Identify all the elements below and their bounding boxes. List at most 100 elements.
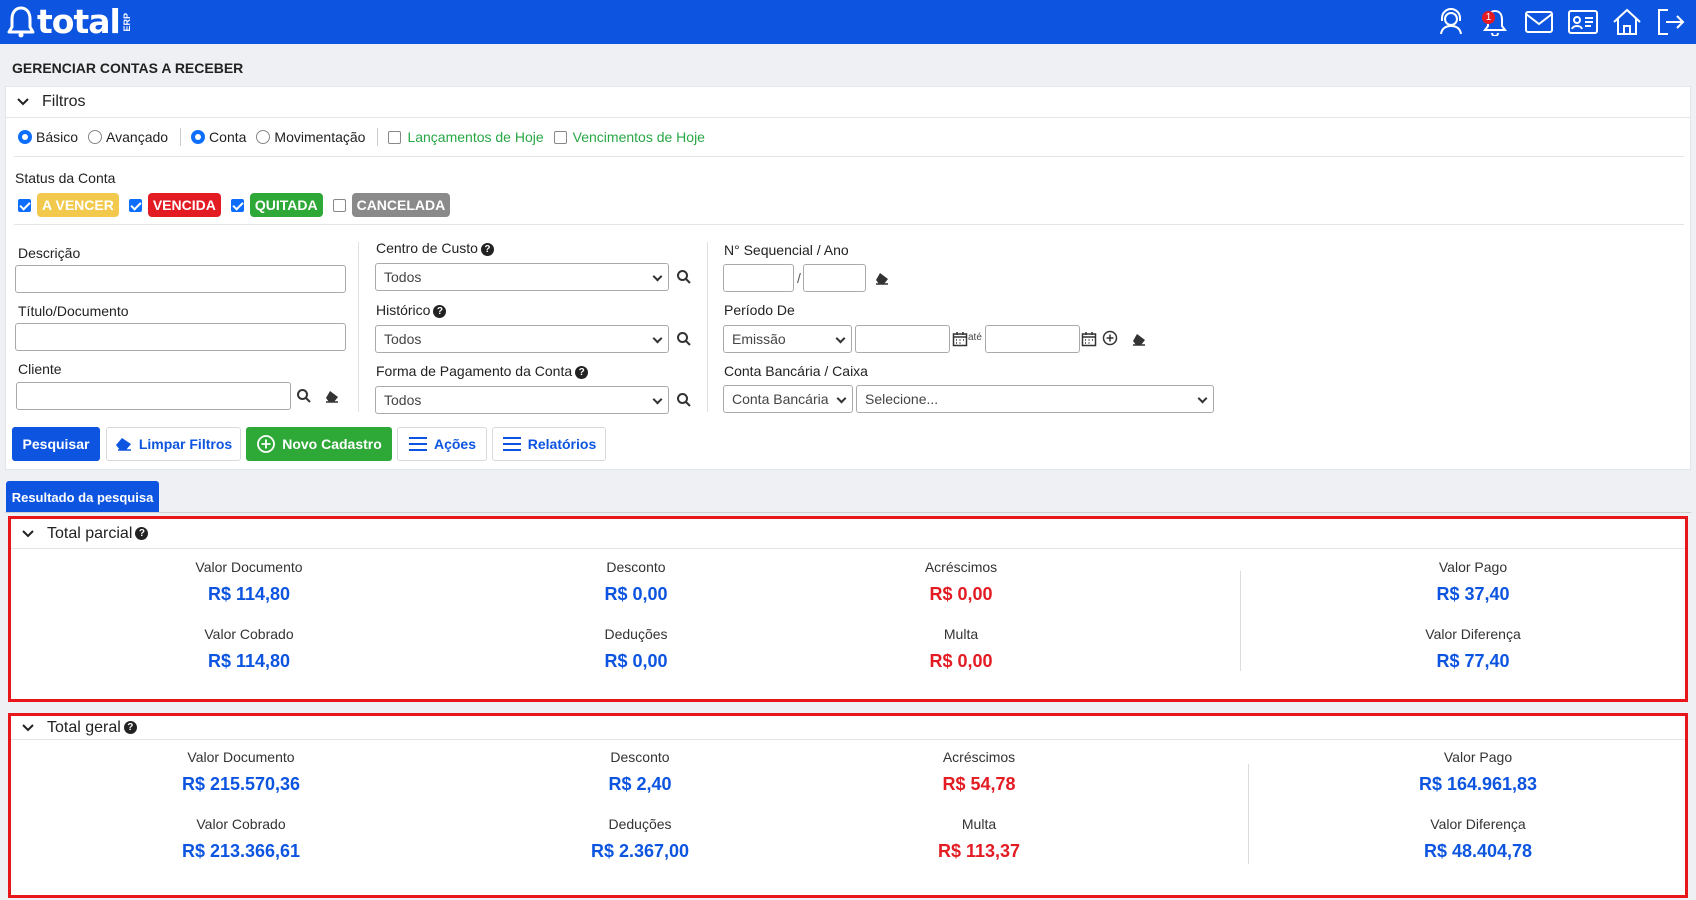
search-button[interactable]: Pesquisar bbox=[12, 427, 100, 461]
general-acrescimos-label: Acréscimos bbox=[942, 749, 1016, 765]
general-multa: Multa R$ 113,37 bbox=[938, 816, 1020, 862]
help-icon[interactable]: ? bbox=[575, 366, 589, 379]
partial-acrescimos-label: Acréscimos bbox=[924, 559, 998, 575]
help-icon[interactable]: ? bbox=[123, 721, 137, 734]
chevron-down-icon bbox=[22, 529, 34, 537]
radio-movement[interactable]: Movimentação bbox=[256, 129, 365, 145]
partial-valor-documento-label: Valor Documento bbox=[195, 559, 303, 575]
new-record-button[interactable]: Novo Cadastro bbox=[246, 427, 392, 461]
support-icon[interactable] bbox=[1436, 7, 1466, 37]
partial-multa-value: R$ 0,00 bbox=[929, 651, 993, 671]
status-a-vencer-checkbox[interactable] bbox=[18, 198, 31, 212]
general-valor-diferenca-value: R$ 48.404,78 bbox=[1423, 841, 1533, 861]
divider bbox=[14, 224, 1684, 225]
radio-account[interactable]: Conta bbox=[191, 129, 246, 145]
bank-type-select[interactable]: Conta Bancária bbox=[723, 385, 853, 413]
general-totals-title: Total geral bbox=[47, 718, 121, 736]
partial-valor-pago-value: R$ 37,40 bbox=[1436, 584, 1510, 604]
bank-account-select[interactable]: Selecione... bbox=[856, 385, 1214, 413]
title-input[interactable] bbox=[15, 323, 346, 351]
payment-select[interactable]: Todos bbox=[375, 386, 669, 414]
partial-deducoes-label: Deduções bbox=[604, 626, 668, 642]
title-label: Título/Documento bbox=[18, 303, 129, 319]
payment-label: Forma de Pagamento da Conta? bbox=[376, 363, 589, 379]
partial-deducoes: Deduções R$ 0,00 bbox=[604, 626, 667, 672]
period-start-input[interactable] bbox=[855, 325, 950, 353]
eraser-icon[interactable] bbox=[873, 269, 891, 287]
radio-basic[interactable]: Básico bbox=[18, 129, 78, 145]
partial-valor-diferenca: Valor Diferença R$ 77,40 bbox=[1425, 626, 1520, 672]
checkbox-today-due[interactable]: Vencimentos de Hoje bbox=[553, 129, 705, 145]
calendar-icon[interactable] bbox=[951, 330, 969, 348]
status-vencida-checkbox[interactable] bbox=[128, 198, 142, 212]
partial-valor-pago: Valor Pago R$ 37,40 bbox=[1436, 559, 1509, 605]
description-input[interactable] bbox=[15, 265, 346, 293]
radio-account-control[interactable] bbox=[191, 130, 206, 144]
filters-header[interactable]: Filtros bbox=[6, 87, 1690, 118]
radio-advanced-control[interactable] bbox=[88, 130, 103, 144]
radio-basic-control[interactable] bbox=[18, 130, 32, 144]
logo[interactable]: total ERP bbox=[0, 0, 132, 44]
general-deducoes-label: Deduções bbox=[608, 816, 672, 832]
general-valor-diferenca-label: Valor Diferença bbox=[1430, 816, 1526, 832]
actions-button[interactable]: Ações bbox=[397, 427, 487, 461]
search-icon[interactable] bbox=[675, 268, 693, 286]
status-label: Status da Conta bbox=[15, 170, 116, 186]
today-due-checkbox[interactable] bbox=[553, 130, 567, 144]
search-icon[interactable] bbox=[675, 391, 693, 409]
column-divider bbox=[707, 242, 708, 412]
add-circle-icon[interactable] bbox=[1101, 329, 1119, 347]
reports-button[interactable]: Relatórios bbox=[492, 427, 606, 461]
partial-desconto-value: R$ 0,00 bbox=[604, 584, 668, 604]
client-input[interactable] bbox=[16, 382, 291, 410]
bell-logo-icon bbox=[7, 6, 35, 38]
general-valor-pago: Valor Pago R$ 164.961,83 bbox=[1419, 749, 1537, 795]
radio-advanced[interactable]: Avançado bbox=[88, 129, 168, 145]
menu-icon bbox=[408, 437, 427, 451]
notifications-icon[interactable]: 1 bbox=[1480, 7, 1510, 37]
general-totals-header[interactable]: Total geral ? bbox=[11, 716, 1685, 740]
tab-divider bbox=[5, 512, 1691, 513]
cost-center-label: Centro de Custo? bbox=[376, 240, 494, 256]
general-valor-pago-value: R$ 164.961,83 bbox=[1418, 774, 1538, 794]
radio-movement-control[interactable] bbox=[256, 130, 271, 144]
radio-movement-label: Movimentação bbox=[274, 129, 366, 145]
sequential-separator: / bbox=[797, 270, 801, 286]
cost-center-select[interactable]: Todos bbox=[375, 263, 669, 291]
partial-valor-documento-value: R$ 114,80 bbox=[207, 584, 291, 604]
eraser-icon[interactable] bbox=[323, 387, 341, 405]
partial-totals-header[interactable]: Total parcial ? bbox=[11, 519, 1685, 549]
history-select[interactable]: Todos bbox=[375, 325, 669, 353]
today-due-label: Vencimentos de Hoje bbox=[572, 129, 705, 145]
eraser-icon[interactable] bbox=[1130, 330, 1148, 348]
calendar-icon[interactable] bbox=[1080, 330, 1098, 348]
partial-desconto-label: Desconto bbox=[606, 559, 666, 575]
period-end-input[interactable] bbox=[985, 325, 1080, 353]
today-entries-label: Lançamentos de Hoje bbox=[407, 129, 544, 145]
general-valor-pago-label: Valor Pago bbox=[1443, 749, 1513, 765]
general-desconto-value: R$ 2,40 bbox=[608, 774, 672, 794]
search-icon[interactable] bbox=[295, 387, 313, 405]
help-icon[interactable]: ? bbox=[480, 243, 494, 256]
search-icon[interactable] bbox=[675, 330, 693, 348]
status-quitada-checkbox[interactable] bbox=[230, 198, 244, 212]
contact-card-icon[interactable] bbox=[1568, 7, 1598, 37]
column-divider bbox=[1248, 764, 1249, 864]
partial-deducoes-value: R$ 0,00 bbox=[604, 651, 668, 671]
logout-icon[interactable] bbox=[1656, 7, 1686, 37]
filters-title: Filtros bbox=[42, 93, 86, 110]
period-type-select[interactable]: Emissão bbox=[723, 325, 852, 353]
clear-filters-button[interactable]: Limpar Filtros bbox=[106, 427, 241, 461]
status-cancelada-checkbox[interactable] bbox=[332, 198, 346, 212]
general-desconto: Desconto R$ 2,40 bbox=[608, 749, 671, 795]
tab-search-results[interactable]: Resultado da pesquisa bbox=[6, 481, 159, 513]
checkbox-today-entries[interactable]: Lançamentos de Hoje bbox=[388, 129, 544, 145]
sequential-label: N° Sequencial / Ano bbox=[724, 242, 849, 258]
help-icon[interactable]: ? bbox=[433, 305, 447, 318]
sequential-number-input[interactable] bbox=[723, 264, 794, 292]
help-icon[interactable]: ? bbox=[135, 527, 149, 540]
home-icon[interactable] bbox=[1612, 7, 1642, 37]
sequential-year-input[interactable] bbox=[803, 264, 866, 292]
today-entries-checkbox[interactable] bbox=[388, 130, 402, 144]
mail-icon[interactable] bbox=[1524, 7, 1554, 37]
